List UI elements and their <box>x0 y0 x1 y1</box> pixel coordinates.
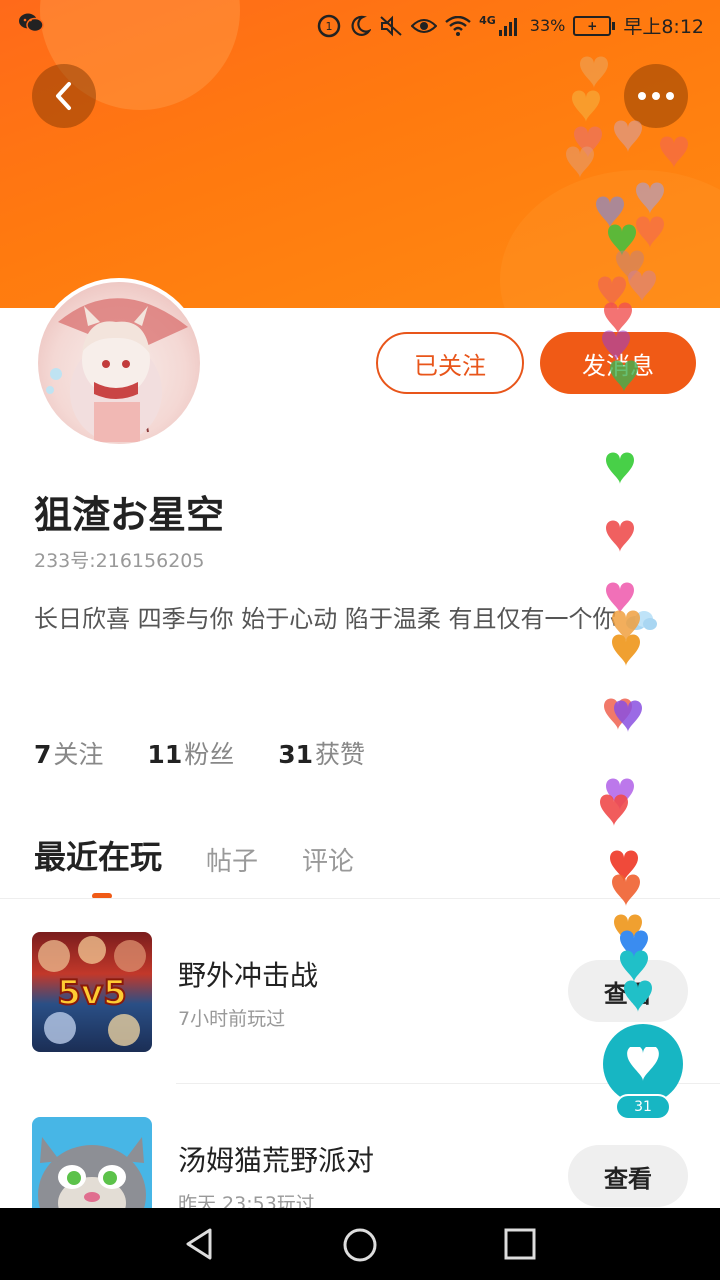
signal-icon <box>498 17 517 36</box>
fans-label: 粉丝 <box>184 740 235 769</box>
mute-icon <box>380 15 402 36</box>
home-circle-icon[interactable] <box>341 1226 379 1264</box>
bio-text: 长日欣喜 四季与你 始于心动 陷于温柔 有且仅有一个你 <box>34 605 617 633</box>
battery-percent: 33% <box>529 16 566 35</box>
send-message-button[interactable]: 发消息 <box>540 332 696 394</box>
tab-recently-played[interactable]: 最近在玩 <box>34 832 162 878</box>
likes-label: 获赞 <box>315 740 366 769</box>
system-nav-bar <box>0 1208 720 1280</box>
svg-text:1: 1 <box>326 20 333 33</box>
fans-stat[interactable]: 11粉丝 <box>147 735 234 771</box>
likes-stat: 31获赞 <box>278 735 365 771</box>
game-badge: 5v5 <box>57 973 126 1013</box>
view-button[interactable]: 查看 <box>568 960 688 1022</box>
like-count-badge: 31 <box>615 1094 671 1120</box>
back-triangle-icon[interactable] <box>182 1226 218 1262</box>
user-id: 233号:216156205 <box>34 550 205 572</box>
like-button[interactable] <box>603 1024 683 1104</box>
clock: 早上8:12 <box>623 16 704 38</box>
chevron-left-icon <box>56 82 71 110</box>
eye-icon <box>411 18 438 33</box>
divider <box>0 898 720 899</box>
avatar-image <box>38 282 200 444</box>
followed-button[interactable]: 已关注 <box>376 332 524 394</box>
likes-count: 31 <box>278 740 314 769</box>
tab-bar: 最近在玩 帖子 评论 <box>34 832 354 878</box>
cloud-icon <box>626 611 658 630</box>
tab-comments[interactable]: 评论 <box>302 841 354 878</box>
moon-icon <box>351 15 372 36</box>
data-saver-icon: 1 <box>317 14 341 37</box>
back-button[interactable] <box>32 64 96 128</box>
last-played: 7小时前玩过 <box>178 1008 286 1030</box>
following-count: 7 <box>34 740 52 769</box>
recents-square-icon[interactable] <box>503 1227 537 1261</box>
heart-icon <box>627 1047 659 1081</box>
view-button[interactable]: 查看 <box>568 1145 688 1207</box>
avatar[interactable] <box>34 278 204 448</box>
wifi-icon <box>445 15 471 36</box>
game-thumbnail: 5v5 <box>32 932 152 1052</box>
stats-row: 7关注 11粉丝 31获赞 <box>34 735 365 771</box>
fans-count: 11 <box>147 740 183 769</box>
network-type: 4G <box>479 14 496 27</box>
banner-decoration <box>500 170 720 308</box>
game-name: 汤姆猫荒野派对 <box>178 1144 375 1177</box>
more-dots-icon <box>638 92 674 100</box>
game-name: 野外冲击战 <box>178 959 319 992</box>
following-stat[interactable]: 7关注 <box>34 735 103 771</box>
following-label: 关注 <box>53 740 104 769</box>
username: 狙渣お星空 <box>34 493 225 537</box>
more-button[interactable] <box>624 64 688 128</box>
status-bar: 1 4G 33% + 早上8:12 <box>0 0 720 50</box>
tab-posts[interactable]: 帖子 <box>206 841 258 878</box>
battery-icon: + <box>573 15 616 36</box>
wechat-icon <box>18 12 44 39</box>
bio: 长日欣喜 四季与你 始于心动 陷于温柔 有且仅有一个你 <box>34 600 694 638</box>
